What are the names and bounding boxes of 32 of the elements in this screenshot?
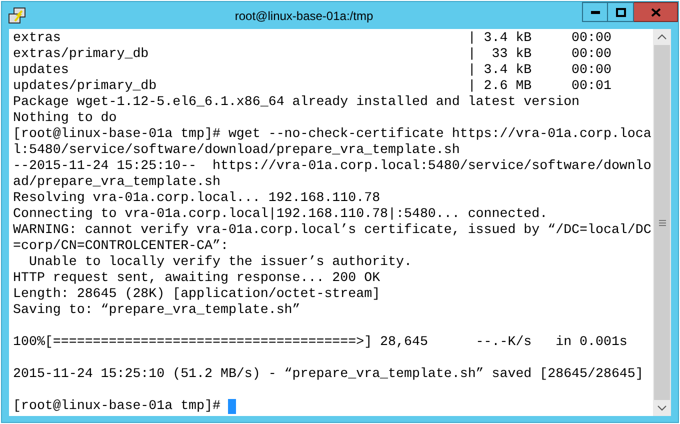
terminal-line: 2015-11-24 15:25:10 (51.2 MB/s) - “prepare_vra_template.sh” saved [28645/28645] (13, 366, 644, 382)
terminal-line: HTTP request sent, awaiting response... 200 OK (13, 270, 380, 286)
terminal-line: 100%[======================================>] 28,645 --.-K/s in 0.001s (13, 334, 628, 350)
close-icon (650, 8, 660, 16)
terminal-line: ad/prepare_vra_template.sh (13, 174, 220, 190)
terminal-line: [root@linux-base-01a tmp]# wget --no-check-certificate https://vra-01a.corp.loca (13, 126, 652, 142)
terminal-line: updates/primary_db | 2.6 MB 00:01 (13, 78, 612, 94)
minimize-button[interactable] (582, 2, 608, 22)
maximize-icon (616, 8, 626, 16)
terminal-line: WARNING: cannot verify vra-01a.corp.local’s certificate, issued by “/DC=local/DC (13, 222, 652, 238)
close-button[interactable] (634, 2, 678, 22)
shell-prompt: [root@linux-base-01a tmp]# (13, 398, 222, 414)
terminal-line: Nothing to do (13, 110, 117, 126)
terminal-line: Package wget-1.12-5.el6_6.1.x86_64 already installed and latest version (13, 94, 580, 110)
terminal-app-icon (8, 6, 26, 24)
terminal-line: Connecting to vra-01a.corp.local|192.168.110.78|:5480... connected. (13, 206, 548, 222)
terminal-line: Resolving vra-01a.corp.local... 192.168.110.78 (13, 190, 380, 206)
terminal-line: Saving to: “prepare_vra_template.sh” (13, 302, 300, 318)
terminal-line: extras/primary_db | 33 kB 00:00 (13, 46, 612, 62)
terminal-line: =corp/CN=CONTROLCENTER-CA”: (13, 238, 228, 254)
scrollbar[interactable] (653, 29, 671, 416)
terminal-line: extras | 3.4 kB 00:00 (13, 30, 612, 46)
grip-icon (658, 220, 666, 226)
scrollbar-thumb[interactable] (654, 45, 670, 400)
terminal-line: l:5480/service/software/download/prepare_vra_template.sh (13, 142, 460, 158)
window-title: root@linux-base-01a:/tmp (234, 8, 374, 24)
terminal-line: Length: 28645 (28K) [application/octet-stream] (13, 286, 380, 302)
terminal-line: --2015-11-24 15:25:10-- https://vra-01a.corp.local:5480/service/software/downlo (13, 158, 652, 174)
minimize-icon (590, 10, 600, 14)
maximize-button[interactable] (608, 2, 634, 22)
terminal-line: updates | 3.4 kB 00:00 (13, 62, 612, 78)
terminal-line: Unable to locally verify the issuer’s authority. (28, 254, 412, 270)
